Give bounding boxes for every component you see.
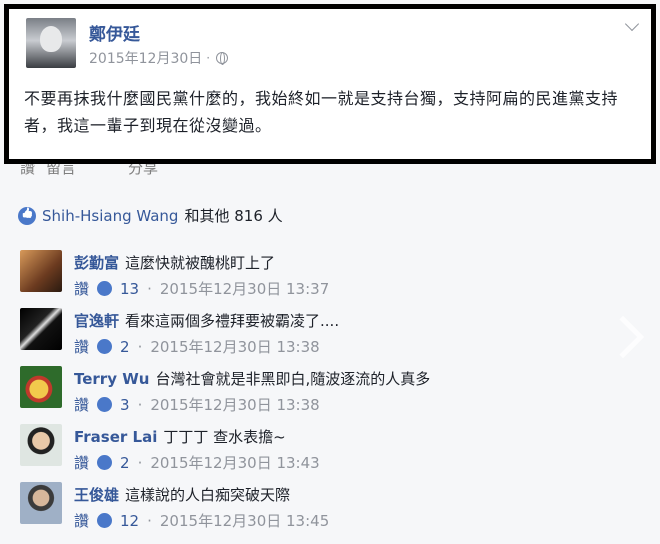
comment-timestamp[interactable]: 2015年12月30日 13:45 xyxy=(160,510,329,531)
globe-icon xyxy=(216,52,229,65)
comment-text: 看來這兩個多禮拜要被霸凌了.... xyxy=(125,312,340,330)
reactions-summary[interactable]: Shih-Hsiang Wang 和其他 816 人 xyxy=(18,205,283,226)
commenter-name[interactable]: Terry Wu xyxy=(74,370,149,388)
facebook-post-screenshot: 鄭伊廷 2015年12月30日 · 不要再抹我什麼國民黨什麼的，我始終如一就是支… xyxy=(0,0,660,544)
comment-separator: · xyxy=(137,453,143,472)
comment-separator: · xyxy=(137,337,143,356)
comment-timestamp[interactable]: 2015年12月30日 13:43 xyxy=(150,452,319,473)
like-icon xyxy=(18,206,36,225)
reaction-names[interactable]: Shih-Hsiang Wang xyxy=(42,207,178,225)
comment-like-link[interactable]: 讚 xyxy=(74,452,89,473)
comment-like-count[interactable]: 2 xyxy=(120,454,130,472)
comment-like-count[interactable]: 13 xyxy=(120,280,139,298)
commenter-avatar[interactable] xyxy=(20,424,62,466)
post-author-avatar[interactable] xyxy=(26,18,76,68)
commenter-avatar[interactable] xyxy=(20,308,62,350)
reaction-others[interactable]: 和其他 816 人 xyxy=(184,205,282,226)
comment-like-link[interactable]: 讚 xyxy=(74,336,89,357)
comment-like-count[interactable]: 2 xyxy=(120,338,130,356)
comment-action[interactable]: 留言 xyxy=(46,164,76,178)
commenter-name[interactable]: 官逸軒 xyxy=(74,312,119,330)
commenter-name[interactable]: 彭勤富 xyxy=(74,254,119,272)
comment-like-count[interactable]: 12 xyxy=(120,512,139,530)
post-body-text: 不要再抹我什麼國民黨什麼的，我始終如一就是支持台獨，支持阿扁的民進黨支持者，我這… xyxy=(24,89,619,135)
comment-like-link[interactable]: 讚 xyxy=(74,278,89,299)
like-icon xyxy=(97,513,113,528)
comment-text: 這樣說的人白痴突破天際 xyxy=(125,486,291,504)
chevron-down-icon[interactable] xyxy=(624,16,640,32)
commenter-avatar[interactable] xyxy=(20,482,62,524)
comment-separator: · xyxy=(137,395,143,414)
like-icon xyxy=(97,339,113,354)
comment-timestamp[interactable]: 2015年12月30日 13:38 xyxy=(150,336,319,357)
comment-item: Fraser Lai 丁丁丁 查水表擔~ 讚 2 · 2015年12月30日 13:43 xyxy=(0,414,660,472)
commenter-avatar[interactable] xyxy=(20,366,62,408)
commenter-avatar[interactable] xyxy=(20,250,62,292)
post-author-name[interactable]: 鄭伊廷 xyxy=(89,20,140,45)
comment-item: 彭勤富 這麼快就被醜桃盯上了 讚 13 · 2015年12月30日 13:37 xyxy=(0,240,660,298)
like-icon xyxy=(97,455,113,470)
comment-item: Terry Wu 台灣社會就是非黑即白,隨波逐流的人真多 讚 3 · 2015年12月3… xyxy=(0,356,660,414)
comment-text: 這麼快就被醜桃盯上了 xyxy=(125,254,276,272)
comment-separator: · xyxy=(147,279,152,298)
comment-like-count[interactable]: 3 xyxy=(120,396,130,414)
commenter-name[interactable]: 王俊雄 xyxy=(74,486,119,504)
commenter-name[interactable]: Fraser Lai xyxy=(74,428,157,446)
comment-item: 官逸軒 看來這兩個多禮拜要被霸凌了.... 讚 2 · 2015年12月30日 13:3… xyxy=(0,298,660,356)
like-icon xyxy=(97,281,113,296)
like-icon xyxy=(97,397,113,412)
like-action[interactable]: 讚 xyxy=(20,164,35,178)
comment-like-link[interactable]: 讚 xyxy=(74,510,89,531)
comment-timestamp[interactable]: 2015年12月30日 13:37 xyxy=(160,278,329,299)
comment-text: 台灣社會就是非黑即白,隨波逐流的人真多 xyxy=(155,370,431,388)
post-card: 鄭伊廷 2015年12月30日 · 不要再抹我什麼國民黨什麼的，我始終如一就是支… xyxy=(4,4,656,164)
comment-separator: · xyxy=(147,511,152,530)
comment-like-link[interactable]: 讚 xyxy=(74,394,89,415)
post-meta: 2015年12月30日 · xyxy=(89,48,229,68)
post-date[interactable]: 2015年12月30日 xyxy=(89,48,202,68)
comment-timestamp[interactable]: 2015年12月30日 13:38 xyxy=(150,394,319,415)
meta-separator: · xyxy=(206,51,211,65)
comment-item: 王俊雄 這樣說的人白痴突破天際 讚 12 · 2015年12月30日 13:45 xyxy=(0,472,660,530)
share-action[interactable]: 分享 xyxy=(128,164,158,178)
comment-text: 丁丁丁 查水表擔~ xyxy=(163,428,286,446)
post-action-row: 讚 留言 分享 xyxy=(18,164,618,184)
